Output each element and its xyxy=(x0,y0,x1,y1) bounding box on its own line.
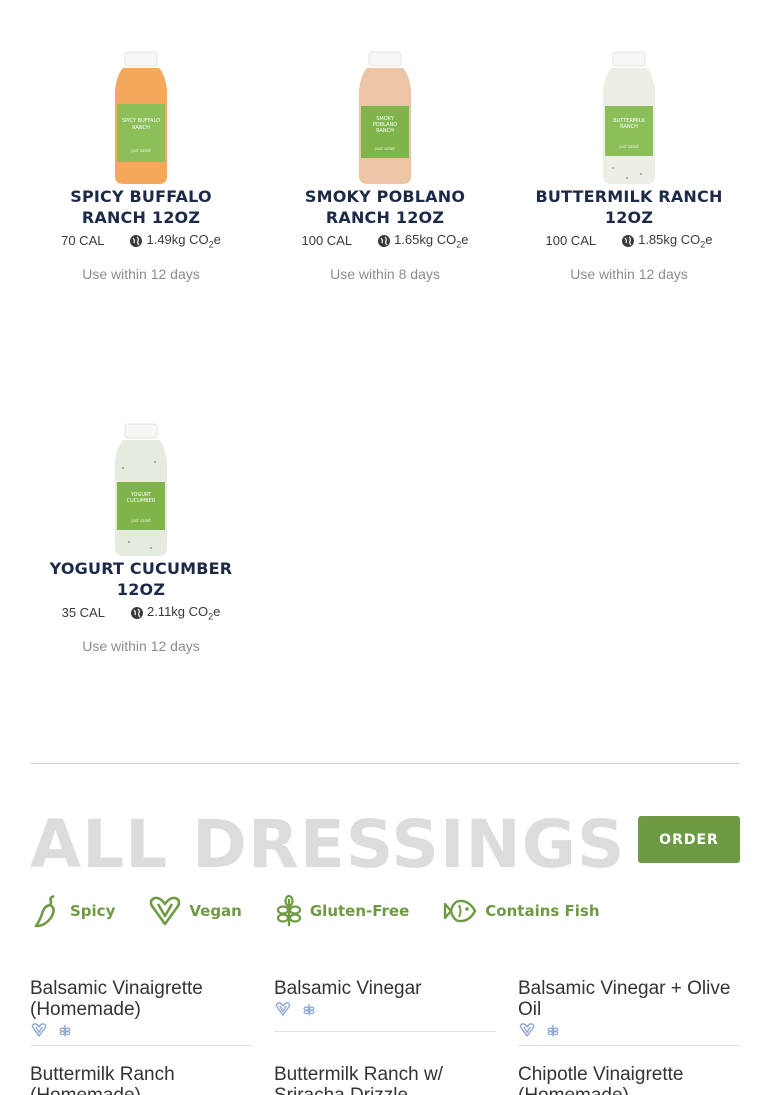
bottle-image: YOGURT CUCUMBER just salad xyxy=(115,423,167,556)
globe-icon xyxy=(622,234,635,247)
legend-label: Contains Fish xyxy=(485,902,600,920)
dressing-item[interactable]: Balsamic Vinegar xyxy=(274,978,496,1032)
svg-text:just salad: just salad xyxy=(130,148,151,153)
globe-icon xyxy=(378,234,391,247)
legend-vegan: Vegan xyxy=(149,896,242,926)
co2-suffix: e xyxy=(213,232,221,247)
shelf-life: Use within 12 days xyxy=(82,265,200,282)
product-image[interactable]: YOGURT CUCUMBER just salad xyxy=(19,372,263,556)
dressing-name[interactable]: Balsamic Vinegar + Olive Oil xyxy=(518,978,740,1020)
svg-text:RANCH: RANCH xyxy=(620,124,638,130)
globe-icon xyxy=(130,606,143,619)
co2-footprint: 1.49kg CO2e xyxy=(130,232,221,250)
co2-suffix: e xyxy=(705,232,713,247)
svg-text:just salad: just salad xyxy=(130,518,151,523)
co2-value: 2.11kg CO xyxy=(146,604,209,619)
shelf-life: Use within 8 days xyxy=(330,265,440,282)
svg-text:RANCH: RANCH xyxy=(132,125,150,131)
co2-footprint: 1.65kg CO2e xyxy=(378,232,469,250)
co2-suffix: e xyxy=(461,232,469,247)
product-image[interactable]: SPICY BUFFALO RANCH just salad xyxy=(19,0,263,184)
legend-spicy: Spicy xyxy=(30,894,115,928)
dressing-item[interactable]: Balsamic Vinaigrette (Homemade) xyxy=(30,978,252,1046)
dressing-name[interactable]: Buttermilk Ranch w/ Sriracha Drizzle xyxy=(274,1064,496,1095)
section-title: ALL DRESSINGS xyxy=(30,806,626,883)
co2-footprint: 2.11kg CO2e xyxy=(130,604,221,622)
product-name[interactable]: YOGURT CUCUMBER 12OZ xyxy=(19,558,263,600)
svg-text:just salad: just salad xyxy=(374,146,395,151)
wheat-icon xyxy=(303,1003,315,1016)
product-card[interactable]: YOGURT CUCUMBER just salad YOGURT CUCUMB… xyxy=(19,372,263,654)
bottle-image: SMOKY POBLANO RANCH just salad xyxy=(359,51,411,184)
product-name[interactable]: BUTTERMILK RANCH 12OZ xyxy=(507,186,751,228)
product-name[interactable]: SPICY BUFFALO RANCH 12OZ xyxy=(19,186,263,228)
calories: 100 CAL xyxy=(301,233,353,249)
legend-gluten-free: Gluten-Free xyxy=(276,895,409,927)
svg-text:SPICY BUFFALO: SPICY BUFFALO xyxy=(122,118,160,124)
co2-value: 1.85kg CO xyxy=(638,232,701,247)
dressing-item[interactable]: Buttermilk Ranch w/ Sriracha Drizzle xyxy=(274,1064,496,1095)
legend-contains-fish: Contains Fish xyxy=(443,896,600,926)
svg-text:RANCH: RANCH xyxy=(376,128,394,134)
co2-value: 1.65kg CO xyxy=(394,232,457,247)
product-image[interactable]: BUTTERMILK RANCH just salad xyxy=(507,0,751,184)
bottle-image: BUTTERMILK RANCH just salad xyxy=(603,51,655,184)
co2-footprint: 1.85kg CO2e xyxy=(622,232,713,250)
legend-label: Spicy xyxy=(70,902,116,920)
dressing-item[interactable]: Balsamic Vinegar + Olive Oil xyxy=(518,978,740,1046)
svg-text:just salad: just salad xyxy=(618,144,639,149)
vegan-heart-icon xyxy=(275,1002,291,1016)
calories: 35 CAL xyxy=(61,605,105,621)
vegan-heart-icon xyxy=(31,1023,47,1037)
dressing-name[interactable]: Buttermilk Ranch (Homemade) xyxy=(30,1064,252,1095)
fish-icon xyxy=(444,899,477,923)
dressing-name[interactable]: Chipotle Vinaigrette (Homemade) xyxy=(518,1064,740,1095)
dressing-name[interactable]: Balsamic Vinaigrette (Homemade) xyxy=(30,978,252,1020)
legend-label: Gluten-Free xyxy=(309,902,410,920)
product-card[interactable]: SMOKY POBLANO RANCH just salad SMOKY POB… xyxy=(263,0,507,282)
co2-value: 1.49kg CO xyxy=(146,232,209,247)
order-button[interactable]: ORDER xyxy=(638,816,740,863)
wheat-icon xyxy=(276,895,301,926)
svg-text:CUCUMBER: CUCUMBER xyxy=(127,498,156,504)
calories: 70 CAL xyxy=(61,233,105,249)
calories: 100 CAL xyxy=(545,233,597,249)
dressing-item[interactable]: Chipotle Vinaigrette (Homemade) xyxy=(518,1064,740,1095)
product-image[interactable]: SMOKY POBLANO RANCH just salad xyxy=(263,0,507,184)
section-divider xyxy=(30,763,740,764)
globe-icon xyxy=(130,234,143,247)
pepper-icon xyxy=(34,894,55,928)
shelf-life: Use within 12 days xyxy=(82,637,200,654)
product-card[interactable]: SPICY BUFFALO RANCH just salad SPICY BUF… xyxy=(19,0,263,282)
shelf-life: Use within 12 days xyxy=(570,265,688,282)
product-card[interactable]: BUTTERMILK RANCH just salad BUTTERMILK R… xyxy=(507,0,751,282)
vegan-heart-icon xyxy=(150,896,181,926)
wheat-icon xyxy=(547,1024,559,1037)
product-name[interactable]: SMOKY POBLANO RANCH 12OZ xyxy=(263,186,507,228)
dressing-name[interactable]: Balsamic Vinegar xyxy=(274,978,496,999)
dressing-item[interactable]: Buttermilk Ranch (Homemade) xyxy=(30,1064,252,1095)
dietary-legend: Spicy Vegan Gluten-Free Contains Fish xyxy=(30,894,634,928)
legend-label: Vegan xyxy=(189,902,242,920)
bottle-image: SPICY BUFFALO RANCH just salad xyxy=(115,51,167,184)
wheat-icon xyxy=(59,1024,71,1037)
vegan-heart-icon xyxy=(519,1023,535,1037)
co2-suffix: e xyxy=(213,604,221,619)
